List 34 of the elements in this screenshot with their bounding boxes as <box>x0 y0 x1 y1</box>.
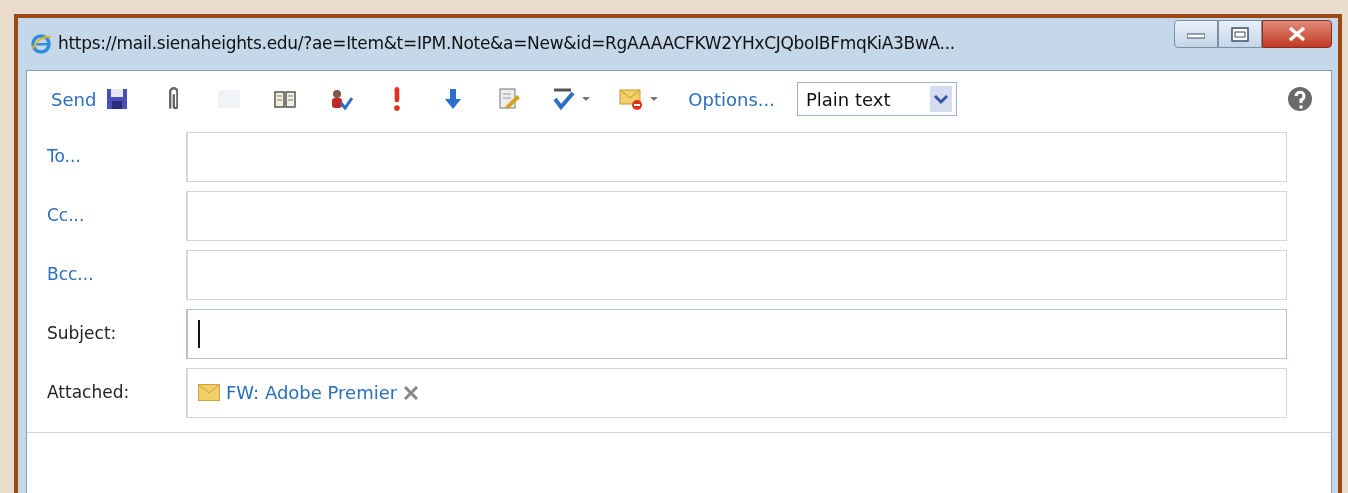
input-field[interactable] <box>186 308 1287 359</box>
envelope-delete-icon <box>619 87 644 111</box>
remove-icon[interactable] <box>403 384 420 401</box>
edit-document-icon <box>497 87 522 111</box>
minimize-button[interactable] <box>1174 20 1218 48</box>
recipient-link[interactable]: Cc... <box>47 202 186 229</box>
caret-icon <box>649 96 660 102</box>
input-field[interactable] <box>186 131 1287 182</box>
envelope-icon <box>198 384 220 401</box>
input-field[interactable] <box>186 190 1287 241</box>
toolbar-link[interactable]: Send <box>47 85 101 113</box>
window-title: https://mail.sienaheights.edu/?ae=Item&t=IPM.Note&a=New&id=RgAAAACFKW2YHxCJQboIBFmqKiA3BwA... <box>58 32 955 56</box>
check-names-icon <box>329 87 354 111</box>
browser-icon <box>30 33 52 55</box>
toolbar-link[interactable]: Options... <box>684 85 779 113</box>
input-field[interactable] <box>186 249 1287 300</box>
paperclip-icon <box>168 87 179 111</box>
dropdown-icon <box>929 86 952 112</box>
close-icon <box>1288 26 1306 42</box>
text-cursor <box>198 319 200 348</box>
recipient-link[interactable]: Bcc... <box>47 261 186 288</box>
recipient-link[interactable]: To... <box>47 143 186 170</box>
exclamation-icon <box>394 87 401 111</box>
save-icon <box>105 87 130 111</box>
attachment-link[interactable]: FW: Adobe Premier <box>226 379 398 406</box>
spell-check-icon <box>551 87 576 111</box>
format-select[interactable]: Plain text <box>796 82 957 116</box>
maximize-button[interactable] <box>1218 20 1262 48</box>
maximize-icon <box>1231 26 1249 42</box>
help-icon[interactable] <box>1287 86 1313 112</box>
caret-icon <box>581 96 592 102</box>
close-button[interactable] <box>1262 20 1332 48</box>
field-label: Attached: <box>47 380 131 404</box>
field-label: Subject: <box>47 321 118 345</box>
